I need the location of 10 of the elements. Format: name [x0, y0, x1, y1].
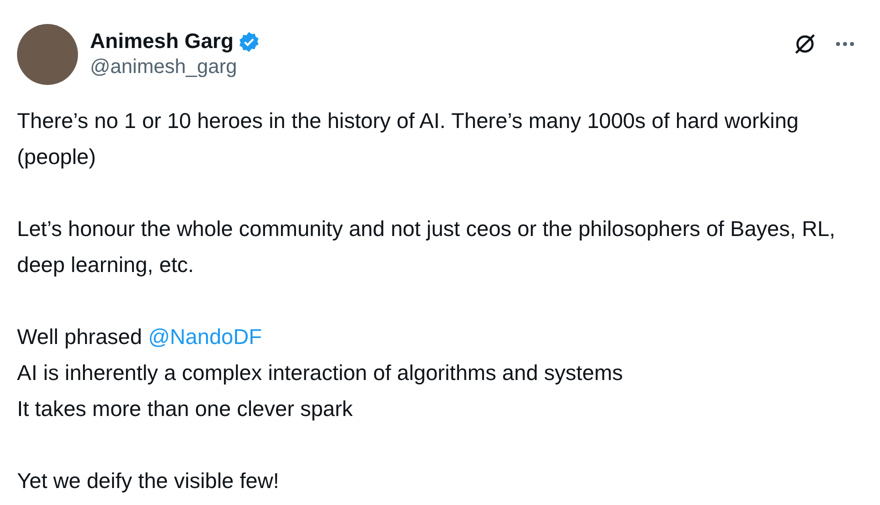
slashed-circle-icon[interactable] [793, 32, 817, 56]
author-handle[interactable]: @animesh_garg [90, 56, 781, 79]
tweet-text: Yet we deify the visible few! [17, 468, 280, 495]
more-icon[interactable] [835, 41, 855, 47]
tweet-text: It takes more than one clever spark [17, 396, 354, 423]
tweet-text: Let’s honour the whole community and not just ceos or the philosophers of Bayes, RL, deep learning, etc. [17, 216, 836, 279]
tweet-text: AI is inherently a complex interaction of algorithms and systems [17, 360, 624, 387]
tweet-text: There’s no 1 or 10 heroes in the history of AI. There’s many 1000s of hard working (people) [17, 108, 800, 171]
tweet-text: Well phrased [17, 325, 142, 349]
author-name[interactable]: Animesh Garg [90, 30, 234, 54]
